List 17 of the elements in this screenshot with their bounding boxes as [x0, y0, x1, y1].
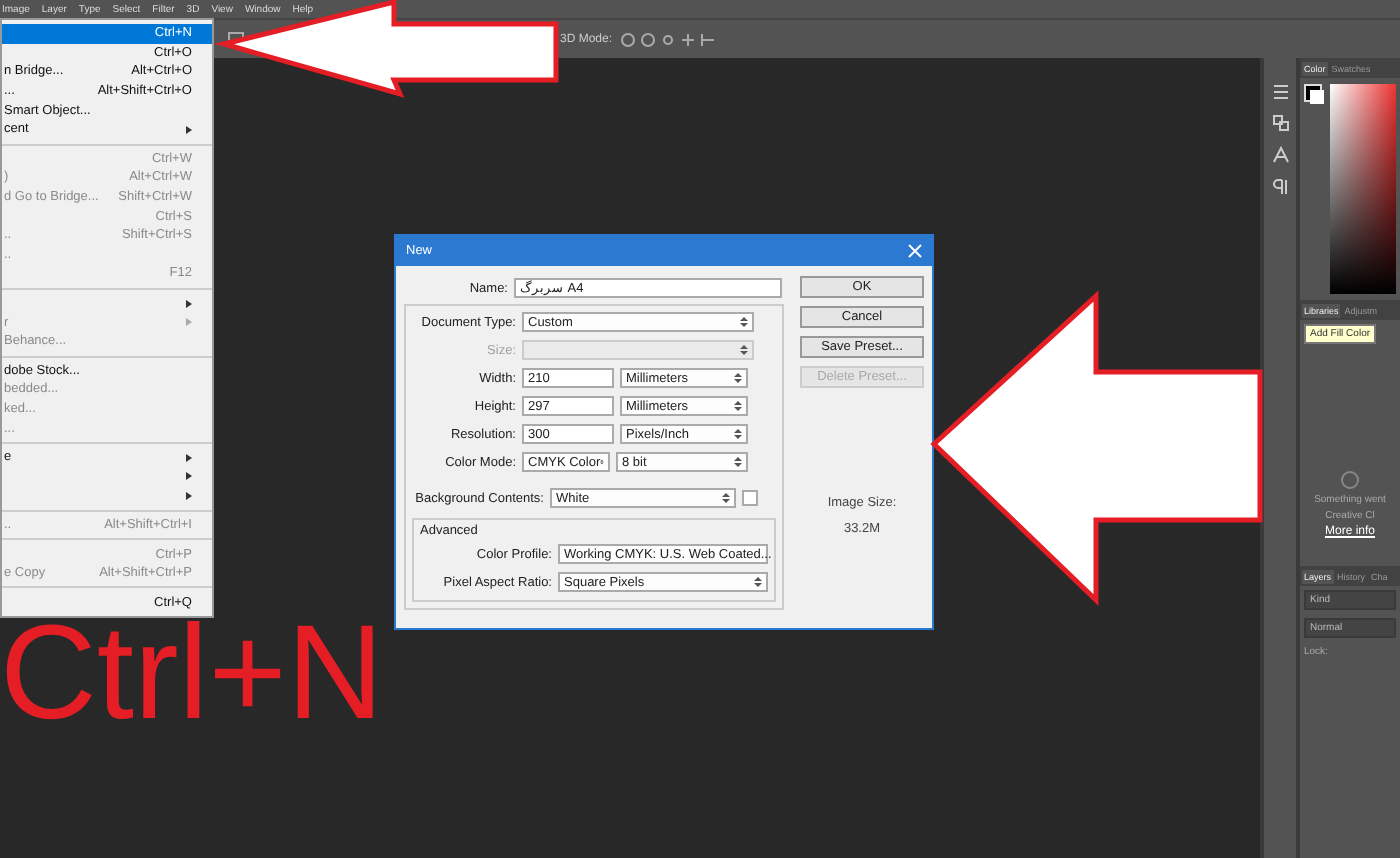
sliders-icon[interactable]	[1271, 82, 1289, 100]
submenu-arrow-icon	[186, 318, 192, 327]
color-picker-field[interactable]	[1330, 84, 1396, 294]
shortcut-annotation: Ctrl+N	[0, 606, 384, 740]
submenu-arrow-icon	[186, 491, 192, 500]
3d-tools-icon	[620, 31, 717, 47]
type-icon[interactable]	[1271, 146, 1289, 164]
shapes-icon[interactable]	[1271, 114, 1289, 132]
submenu-arrow-icon	[186, 453, 192, 462]
submenu-arrow-icon	[186, 472, 192, 481]
cloud-logo-icon	[1340, 470, 1360, 490]
paragraph-icon[interactable]	[1271, 178, 1289, 196]
submenu-arrow-icon	[186, 125, 192, 134]
color-swatches-icon[interactable]	[1304, 84, 1324, 104]
close-icon[interactable]	[908, 244, 922, 258]
color-swatch[interactable]	[742, 490, 758, 506]
submenu-arrow-icon	[186, 299, 192, 308]
